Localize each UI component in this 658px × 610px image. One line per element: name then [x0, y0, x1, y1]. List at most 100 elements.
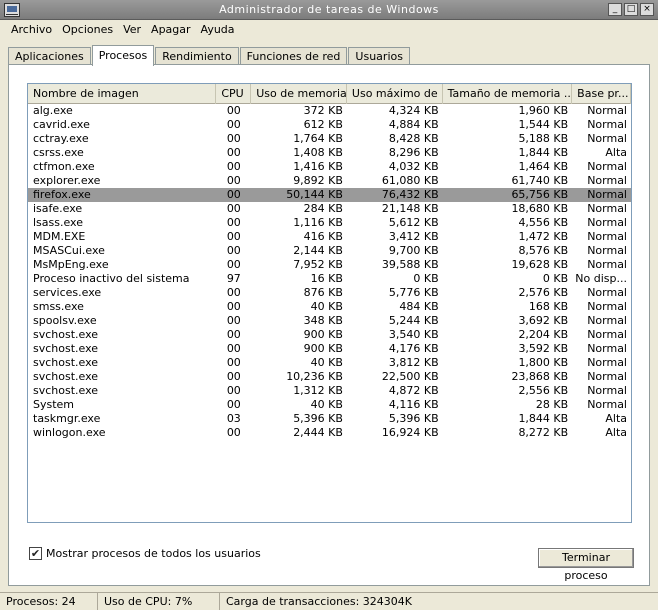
table-row[interactable]: svchost.exe 00 900 KB 3,540 KB 2,204 KB Norma…	[28, 328, 631, 342]
cell-peak-memory: 8,428 KB	[388, 132, 439, 145]
cell-memory-size: 2,204 KB	[518, 328, 569, 341]
end-process-button[interactable]: Terminar proceso	[538, 548, 634, 582]
column-header-image-name[interactable]: Nombre de imagen	[28, 84, 217, 104]
table-row[interactable]: svchost.exe 00 10,236 KB 22,500 KB 23,868 KB…	[28, 370, 631, 384]
cell-base-priority: Normal	[587, 258, 627, 271]
cell-cpu: 00	[226, 118, 241, 131]
cell-memory-size: 0 KB	[542, 272, 569, 285]
cell-peak-memory: 9,700 KB	[388, 244, 439, 257]
cell-base-priority: Normal	[587, 314, 627, 327]
menu-archivo[interactable]: Archivo	[6, 21, 57, 39]
cell-base-priority: Normal	[587, 356, 627, 369]
table-row[interactable]: explorer.exe 00 9,892 KB 61,080 KB 61,740 KB…	[28, 174, 631, 188]
cell-memory-size: 1,544 KB	[518, 118, 569, 131]
table-row[interactable]: lsass.exe 00 1,116 KB 5,612 KB 4,556 KB Norma…	[28, 216, 631, 230]
cell-memory-size: 28 KB	[535, 398, 569, 411]
table-row[interactable]: taskmgr.exe 03 5,396 KB 5,396 KB 1,844 KB Alt…	[28, 412, 631, 426]
table-row[interactable]: csrss.exe 00 1,408 KB 8,296 KB 1,844 KB Alta	[28, 146, 631, 160]
cell-image-name: smss.exe	[33, 300, 84, 313]
cell-memory-size: 65,756 KB	[511, 188, 569, 201]
cell-memory: 40 KB	[310, 356, 343, 369]
table-row[interactable]: firefox.exe 00 50,144 KB 76,432 KB 65,756 KB…	[28, 188, 631, 202]
cell-base-priority: Normal	[587, 370, 627, 383]
cell-peak-memory: 39,588 KB	[381, 258, 439, 271]
table-row[interactable]: MDM.EXE 00 416 KB 3,412 KB 1,472 KB Normal	[28, 230, 631, 244]
cell-image-name: svchost.exe	[33, 328, 99, 341]
table-row[interactable]: Proceso inactivo del sistema 97 16 KB 0 KB 0…	[28, 272, 631, 286]
tab-procesos[interactable]: Procesos	[91, 45, 155, 66]
column-header-peak-memory[interactable]: Uso máximo de ...	[347, 84, 443, 104]
cell-base-priority: Normal	[587, 300, 627, 313]
cell-image-name: MDM.EXE	[33, 230, 86, 243]
cell-image-name: svchost.exe	[33, 342, 99, 355]
cell-memory-size: 3,692 KB	[518, 314, 569, 327]
cell-memory: 1,116 KB	[293, 216, 343, 229]
menu-apagar[interactable]: Apagar	[146, 21, 196, 39]
column-header-memory[interactable]: Uso de memoria	[251, 84, 347, 104]
table-row[interactable]: cctray.exe 00 1,764 KB 8,428 KB 5,188 KB Norm…	[28, 132, 631, 146]
table-row[interactable]: ctfmon.exe 00 1,416 KB 4,032 KB 1,464 KB Norm…	[28, 160, 631, 174]
menu-ver[interactable]: Ver	[118, 21, 146, 39]
close-button[interactable]: ×	[640, 3, 654, 16]
table-row[interactable]: isafe.exe 00 284 KB 21,148 KB 18,680 KB Norma…	[28, 202, 631, 216]
process-list[interactable]: Nombre de imagen CPU Uso de memoria Uso …	[27, 83, 632, 523]
menu-ayuda[interactable]: Ayuda	[196, 21, 240, 39]
cell-memory-size: 1,472 KB	[518, 230, 569, 243]
table-row[interactable]: winlogon.exe 00 2,444 KB 16,924 KB 8,272 KB A…	[28, 426, 631, 440]
cell-image-name: svchost.exe	[33, 370, 99, 383]
cell-cpu: 00	[226, 300, 241, 313]
cell-cpu: 00	[226, 384, 241, 397]
column-header-memory-size[interactable]: Tamaño de memoria ...	[443, 84, 573, 104]
cell-peak-memory: 484 KB	[399, 300, 439, 313]
cell-memory: 40 KB	[310, 300, 343, 313]
minimize-button[interactable]: _	[608, 3, 622, 16]
cell-base-priority: Normal	[587, 174, 627, 187]
show-all-users-checkbox[interactable]: ✔	[29, 547, 42, 560]
cell-peak-memory: 4,324 KB	[388, 104, 439, 117]
table-row[interactable]: spoolsv.exe 00 348 KB 5,244 KB 3,692 KB Norma…	[28, 314, 631, 328]
cell-peak-memory: 3,412 KB	[388, 230, 439, 243]
table-row[interactable]: services.exe 00 876 KB 5,776 KB 2,576 KB Norm…	[28, 286, 631, 300]
cell-memory-size: 61,740 KB	[511, 174, 569, 187]
cell-memory-size: 4,556 KB	[518, 216, 569, 229]
table-row[interactable]: svchost.exe 00 1,312 KB 4,872 KB 2,556 KB Nor…	[28, 384, 631, 398]
table-row[interactable]: alg.exe 00 372 KB 4,324 KB 1,960 KB Normal	[28, 104, 631, 118]
cell-cpu: 00	[226, 230, 241, 243]
table-row[interactable]: svchost.exe 00 40 KB 3,812 KB 1,800 KB Normal	[28, 356, 631, 370]
table-row[interactable]: smss.exe 00 40 KB 484 KB 168 KB Normal	[28, 300, 631, 314]
cell-image-name: taskmgr.exe	[33, 412, 101, 425]
cell-peak-memory: 21,148 KB	[381, 202, 439, 215]
table-row[interactable]: svchost.exe 00 900 KB 4,176 KB 3,592 KB Norma…	[28, 342, 631, 356]
cell-image-name: System	[33, 398, 75, 411]
maximize-button[interactable]: □	[624, 3, 638, 16]
cell-base-priority: Normal	[587, 202, 627, 215]
table-row[interactable]: cavrid.exe 00 612 KB 4,884 KB 1,544 KB Normal	[28, 118, 631, 132]
cell-cpu: 00	[226, 314, 241, 327]
cell-cpu: 00	[226, 356, 241, 369]
menu-opciones[interactable]: Opciones	[57, 21, 118, 39]
cell-base-priority: Normal	[587, 188, 627, 201]
cell-cpu: 00	[226, 104, 241, 117]
cell-cpu: 00	[226, 426, 241, 439]
cell-memory: 2,144 KB	[293, 244, 343, 257]
table-row[interactable]: MsMpEng.exe 00 7,952 KB 39,588 KB 19,628 KB N…	[28, 258, 631, 272]
table-row[interactable]: MSASCui.exe 00 2,144 KB 9,700 KB 8,576 KB Nor…	[28, 244, 631, 258]
cell-peak-memory: 0 KB	[413, 272, 439, 285]
cell-memory-size: 23,868 KB	[511, 370, 569, 383]
cell-memory-size: 3,592 KB	[518, 342, 569, 355]
cell-image-name: winlogon.exe	[33, 426, 106, 439]
processes-panel: Nombre de imagen CPU Uso de memoria Uso …	[8, 64, 650, 586]
column-header-cpu[interactable]: CPU	[216, 84, 252, 104]
cell-base-priority: Normal	[587, 384, 627, 397]
cell-memory-size: 2,576 KB	[518, 286, 569, 299]
table-row[interactable]: System 00 40 KB 4,116 KB 28 KB Normal	[28, 398, 631, 412]
column-header-base-priority[interactable]: Base pr...	[572, 84, 631, 104]
cell-memory-size: 1,844 KB	[518, 146, 569, 159]
cell-cpu: 00	[226, 216, 241, 229]
cell-memory: 1,416 KB	[293, 160, 343, 173]
cell-memory-size: 18,680 KB	[511, 202, 569, 215]
cell-base-priority: Normal	[587, 230, 627, 243]
cell-peak-memory: 5,244 KB	[388, 314, 439, 327]
show-all-users-option[interactable]: ✔ Mostrar procesos de todos los usuarios	[29, 547, 261, 560]
cell-image-name: csrss.exe	[33, 146, 84, 159]
